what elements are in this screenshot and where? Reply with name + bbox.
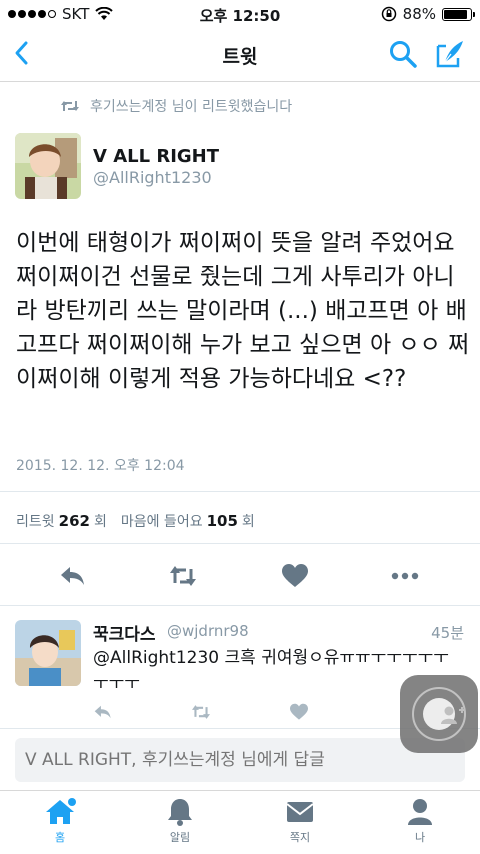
retweet-stat-label[interactable]: 리트윗 — [16, 511, 55, 531]
avatar[interactable] — [15, 133, 81, 199]
retweet-count[interactable]: 262 — [59, 512, 90, 530]
author-handle[interactable]: @AllRight1230 — [93, 168, 212, 187]
tab-home-label: 홈 — [54, 831, 66, 844]
more-dots-icon[interactable] — [390, 563, 420, 589]
nav-bar: 트윗 — [0, 28, 480, 82]
bell-icon — [168, 799, 192, 826]
tweet-text: 이번에 태형이가 쩌이쩌이 뜻을 알려 주었어요 쩌이쩌이건 선물로 줬는데 그… — [16, 230, 470, 392]
retweet-context-text: 후기쓰는계정 님이 리트윗했습니다 — [90, 99, 293, 115]
home-icon — [46, 798, 76, 824]
envelope-icon — [286, 802, 314, 822]
tab-messages-label: 쪽지 — [289, 831, 311, 844]
tweet-actions — [0, 563, 480, 589]
reply-icon[interactable] — [92, 703, 114, 721]
battery-icon — [442, 7, 475, 21]
divider — [0, 543, 480, 544]
tab-me[interactable]: 나 — [380, 797, 460, 853]
reply-input[interactable] — [15, 738, 465, 782]
reply-icon[interactable] — [58, 563, 88, 589]
tab-messages[interactable]: 쪽지 — [260, 797, 340, 853]
retweet-icon[interactable] — [168, 563, 198, 589]
tweet-timestamp: 2015. 12. 12. 오후 12:04 — [16, 458, 185, 474]
retweet-context[interactable]: 후기쓰는계정 님이 리트윗했습니다 — [60, 96, 292, 116]
assistive-touch-button[interactable] — [400, 675, 478, 753]
tab-notifications[interactable]: 알림 — [140, 797, 220, 853]
tab-bar: 홈 알림 쪽지 나 — [0, 790, 480, 854]
like-stat-label[interactable]: 마음에 들어요 — [121, 511, 203, 531]
battery-level — [444, 9, 467, 19]
tab-me-label: 나 — [414, 831, 426, 844]
retweet-icon — [61, 101, 79, 111]
status-right: 88% — [381, 5, 475, 23]
retweet-icon[interactable] — [189, 703, 213, 721]
orientation-lock-icon — [381, 6, 396, 22]
battery-percent: 88% — [402, 5, 436, 23]
divider — [0, 605, 480, 606]
like-unit: 회 — [241, 514, 255, 530]
retweet-unit: 회 — [93, 514, 107, 530]
avatar-photo — [15, 133, 81, 199]
author-name[interactable]: V ALL RIGHT — [93, 146, 219, 167]
divider — [0, 491, 480, 492]
reply-timestamp: 45분 — [431, 624, 464, 642]
reply-avatar-photo — [15, 620, 81, 686]
reply-author-handle[interactable]: @wjdrnr98 — [167, 622, 249, 640]
tab-notifications-label: 알림 — [169, 831, 191, 844]
tab-home[interactable]: 홈 — [20, 797, 100, 853]
search-icon[interactable] — [388, 39, 418, 69]
reply-author-name[interactable]: 꾹크다스 — [93, 620, 156, 645]
compose-feather-icon[interactable] — [434, 38, 466, 70]
tweet-stats: 리트윗 262 회 마음에 들어요 105 회 — [16, 511, 255, 531]
person-icon — [408, 799, 432, 825]
like-count[interactable]: 105 — [207, 512, 238, 530]
reply-avatar[interactable] — [15, 620, 81, 686]
follow-person-plus-icon — [441, 706, 465, 724]
status-bar: SKT 오후 12:50 88% — [0, 0, 480, 28]
heart-icon[interactable] — [288, 703, 310, 721]
heart-icon[interactable] — [280, 563, 310, 589]
